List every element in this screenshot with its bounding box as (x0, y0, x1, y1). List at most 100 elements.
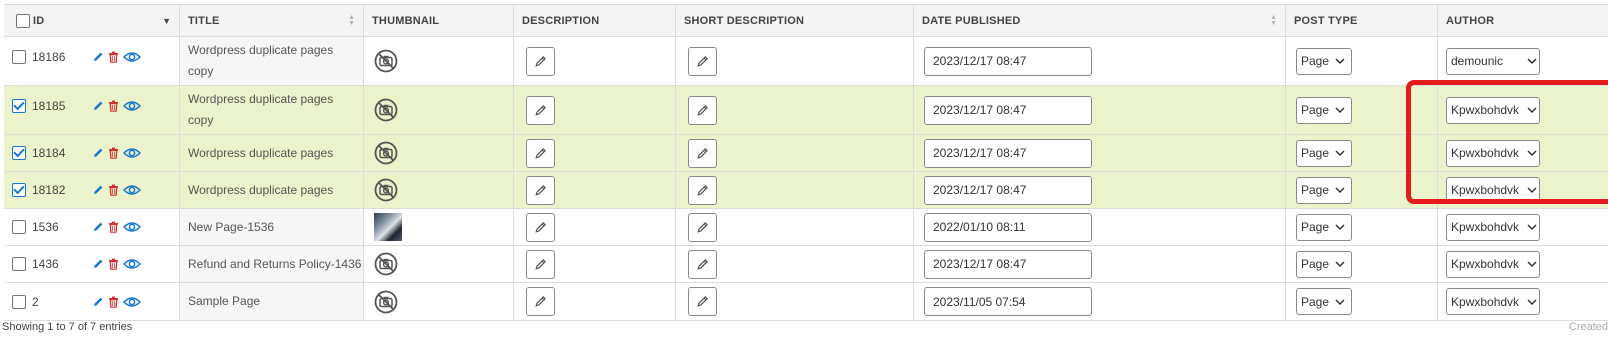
cell-thumbnail[interactable] (364, 86, 514, 134)
sort-icon: ▲ ▼ (1270, 13, 1277, 27)
edit-description-button[interactable] (526, 287, 555, 316)
eye-icon[interactable] (123, 147, 141, 159)
thumbnail-wrap (364, 141, 398, 165)
edit-description-button[interactable] (526, 175, 555, 205)
edit-description-button[interactable] (526, 212, 555, 242)
pencil-icon[interactable] (92, 221, 104, 233)
col-header-title[interactable]: TITLE ▲ ▼ (180, 5, 364, 36)
edit-short-description-button[interactable] (688, 249, 717, 279)
row-checkbox[interactable] (12, 99, 26, 113)
post-type-select[interactable]: Page (1296, 288, 1352, 315)
cell-title[interactable]: Sample Page (180, 283, 364, 320)
select-all-checkbox[interactable] (16, 13, 30, 28)
eye-icon[interactable] (123, 184, 141, 196)
table-row[interactable]: 1436 Refund and Returns Policy-1436 2023/1… (4, 246, 1608, 283)
trash-icon[interactable] (108, 147, 119, 159)
cell-title[interactable]: Wordpress duplicate pages copy (180, 37, 364, 85)
no-image-camera-icon[interactable] (374, 141, 398, 165)
pencil-icon[interactable] (92, 184, 104, 196)
row-checkbox[interactable] (12, 294, 26, 309)
edit-short-description-button[interactable] (688, 287, 717, 316)
no-image-camera-icon[interactable] (374, 178, 398, 202)
cell-thumbnail[interactable] (364, 209, 514, 245)
eye-icon[interactable] (123, 258, 141, 270)
table-row[interactable]: 2 Sample Page 2023/11/05 07:54 Page Kpwxbohd… (4, 283, 1608, 320)
author-select[interactable]: Kpwxbohdvk (1446, 250, 1540, 278)
pencil-icon[interactable] (92, 258, 104, 270)
no-image-camera-icon[interactable] (374, 290, 398, 314)
edit-description-button[interactable] (526, 46, 555, 76)
post-type-select[interactable]: Page (1296, 176, 1352, 204)
edit-short-description-button[interactable] (688, 95, 717, 125)
edit-description-button[interactable] (526, 249, 555, 279)
row-checkbox[interactable] (12, 50, 26, 64)
pencil-icon[interactable] (92, 296, 104, 308)
trash-icon[interactable] (108, 221, 119, 233)
col-header-date-published-label: DATE PUBLISHED (922, 14, 1021, 27)
chevron-down-icon (1527, 57, 1537, 65)
cell-thumbnail[interactable] (364, 135, 514, 171)
eye-icon[interactable] (123, 221, 141, 233)
edit-short-description-button[interactable] (688, 138, 717, 168)
thumbnail-wrap (364, 98, 398, 122)
row-checkbox[interactable] (12, 220, 26, 234)
cell-title[interactable]: Refund and Returns Policy-1436 (180, 246, 364, 282)
cell-thumbnail[interactable] (364, 172, 514, 208)
edit-short-description-button[interactable] (688, 175, 717, 205)
trash-icon[interactable] (108, 184, 119, 196)
author-select[interactable]: Kpwxbohdvk (1446, 288, 1540, 315)
table-row[interactable]: 18184 Wordpress duplicate pages 2023/12/17… (4, 135, 1608, 172)
post-type-select[interactable]: Page (1296, 139, 1352, 167)
cell-title[interactable]: Wordpress duplicate pages (180, 172, 364, 208)
cell-thumbnail[interactable] (364, 283, 514, 320)
eye-icon[interactable] (123, 296, 141, 308)
post-type-select[interactable]: Page (1296, 96, 1352, 124)
edit-short-description-button[interactable] (688, 212, 717, 242)
row-checkbox[interactable] (12, 146, 26, 160)
trash-icon[interactable] (108, 296, 119, 308)
table-row[interactable]: 1536 New Page-1536 2022/01/10 08:11 Page Kpw… (4, 209, 1608, 246)
edit-description-button[interactable] (526, 95, 555, 125)
date-published-input[interactable]: 2023/12/17 08:47 (924, 46, 1092, 76)
pencil-icon (534, 184, 547, 197)
col-header-id[interactable]: ID ▼ (4, 5, 180, 36)
author-select[interactable]: demounic (1446, 47, 1540, 75)
row-checkbox[interactable] (12, 257, 26, 271)
post-type-select[interactable]: Page (1296, 213, 1352, 241)
table-row[interactable]: 18185 Wordpress duplicate pages copy 2023/1… (4, 86, 1608, 135)
edit-description-button[interactable] (526, 138, 555, 168)
eye-icon[interactable] (123, 51, 141, 63)
table-row[interactable]: 18186 Wordpress duplicate pages copy 2023/1… (4, 37, 1608, 86)
eye-icon[interactable] (123, 100, 141, 112)
date-published-input[interactable]: 2023/12/17 08:47 (924, 138, 1092, 168)
thumbnail-image[interactable] (374, 213, 402, 241)
table-row[interactable]: 18182 Wordpress duplicate pages 2023/12/17… (4, 172, 1608, 209)
trash-icon[interactable] (108, 100, 119, 112)
pencil-icon[interactable] (92, 100, 104, 112)
no-image-camera-icon[interactable] (374, 252, 398, 276)
trash-icon[interactable] (108, 258, 119, 270)
author-select[interactable]: Kpwxbohdvk (1446, 213, 1540, 241)
cell-thumbnail[interactable] (364, 37, 514, 85)
pencil-icon[interactable] (92, 51, 104, 63)
date-published-input[interactable]: 2023/12/17 08:47 (924, 249, 1092, 279)
edit-short-description-button[interactable] (688, 46, 717, 76)
no-image-camera-icon[interactable] (374, 49, 398, 73)
date-published-input[interactable]: 2023/12/17 08:47 (924, 95, 1092, 125)
post-type-select[interactable]: Page (1296, 47, 1352, 75)
cell-title[interactable]: New Page-1536 (180, 209, 364, 245)
post-type-select[interactable]: Page (1296, 250, 1352, 278)
no-image-camera-icon[interactable] (374, 98, 398, 122)
row-actions (92, 209, 141, 245)
cell-thumbnail[interactable] (364, 246, 514, 282)
pencil-icon[interactable] (92, 147, 104, 159)
date-published-input[interactable]: 2022/01/10 08:11 (924, 212, 1092, 242)
cell-author: Kpwxbohdvk (1438, 283, 1608, 320)
date-published-input[interactable]: 2023/11/05 07:54 (924, 287, 1092, 316)
trash-icon[interactable] (108, 51, 119, 63)
row-checkbox[interactable] (12, 183, 26, 197)
cell-title[interactable]: Wordpress duplicate pages copy (180, 86, 364, 134)
cell-title[interactable]: Wordpress duplicate pages (180, 135, 364, 171)
col-header-date-published[interactable]: DATE PUBLISHED ▲ ▼ (914, 5, 1286, 36)
date-published-input[interactable]: 2023/12/17 08:47 (924, 175, 1092, 205)
